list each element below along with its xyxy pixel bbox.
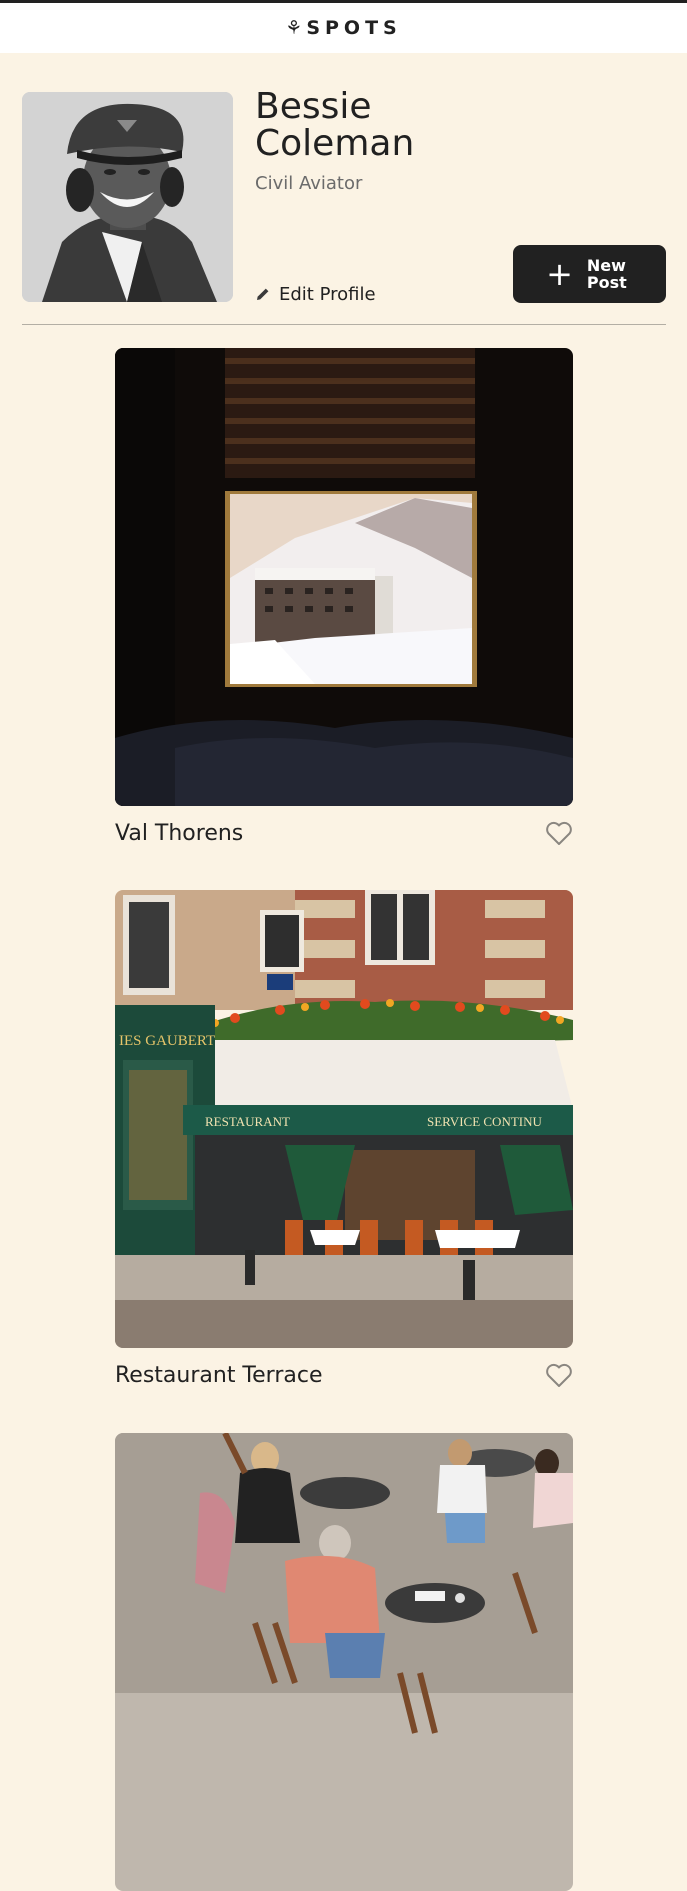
card-footer: Restaurant Terrace (115, 1360, 573, 1390)
logo-icon: ⚘ (285, 17, 303, 39)
edit-profile-button[interactable]: Edit Profile (255, 282, 376, 306)
card: Val Thorens (115, 348, 573, 848)
svg-text:SERVICE CONTINU: SERVICE CONTINU (427, 1114, 542, 1129)
plus-icon: + (546, 255, 573, 293)
card (115, 1433, 573, 1891)
profile-role: Civil Aviator (255, 173, 363, 194)
card-footer: Val Thorens (115, 818, 573, 848)
svg-text:RESTAURANT: RESTAURANT (205, 1114, 290, 1129)
heart-icon[interactable] (545, 1362, 573, 1388)
avatar-photo (22, 92, 233, 302)
card: IES GAUBERT RESTAURANT SERVICE CONTINU R… (115, 890, 573, 1390)
card-title: Val Thorens (115, 820, 244, 846)
heart-icon[interactable] (545, 820, 573, 846)
edit-profile-label: Edit Profile (279, 283, 376, 305)
card-image[interactable] (115, 348, 573, 806)
app-logo[interactable]: ⚘ SPOTS (0, 17, 687, 39)
top-bar: ⚘ SPOTS (0, 0, 687, 53)
card-image[interactable]: IES GAUBERT RESTAURANT SERVICE CONTINU (115, 890, 573, 1348)
new-post-button[interactable]: + New Post (513, 245, 666, 303)
new-post-label: New Post (586, 256, 627, 292)
shop-name-sign: IES GAUBERT (119, 1033, 215, 1049)
divider (22, 324, 666, 325)
card-image[interactable] (115, 1433, 573, 1891)
logo-text: SPOTS (306, 17, 402, 39)
card-title: Restaurant Terrace (115, 1362, 323, 1388)
card-photo-outdoor-cafe (115, 1433, 573, 1891)
card-photo-window-view (115, 348, 573, 806)
profile-name: Bessie Coleman (255, 86, 415, 164)
pencil-icon (257, 288, 269, 300)
card-photo-restaurant-facade: IES GAUBERT RESTAURANT SERVICE CONTINU (115, 890, 573, 1348)
avatar (22, 92, 233, 302)
